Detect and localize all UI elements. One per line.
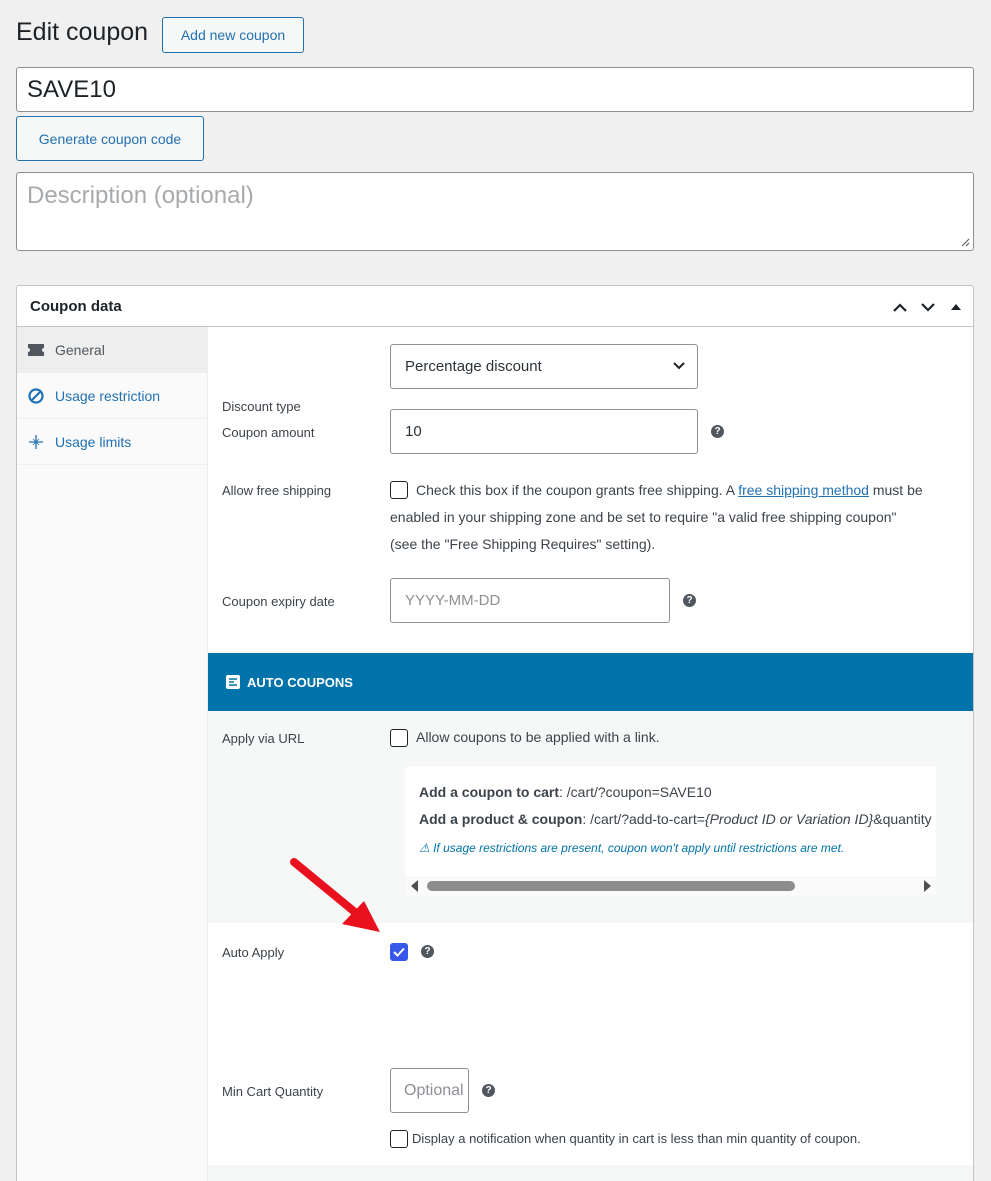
min-cart-quantity-label: Min Cart Quantity [222,1084,324,1099]
general-panel: Discount type Percentage discount Coupon… [208,327,973,1181]
coupon-data-box: Coupon data General Usage restriction Us… [16,285,974,1181]
scroll-right-icon[interactable] [924,880,931,892]
min-cart-notify-checkbox[interactable] [390,1130,408,1148]
tab-usage-restriction[interactable]: Usage restriction [17,373,207,419]
ticket-icon [27,341,45,359]
add-coupon-heading: Add a coupon to cart [419,784,559,800]
discount-type-select[interactable]: Percentage discount [390,344,698,389]
free-shipping-text-end: must be [872,482,923,498]
help-icon[interactable]: ? [683,594,696,607]
help-icon[interactable]: ? [711,425,724,438]
coupon-amount-input[interactable]: 10 [390,409,698,454]
free-shipping-method-link[interactable]: free shipping method [738,482,869,498]
free-shipping-desc-line1: Check this box if the coupon grants free… [416,477,923,504]
expiry-date-input[interactable]: YYYY-MM-DD [390,578,670,623]
description-textarea[interactable]: Description (optional) [16,172,974,251]
auto-coupons-icon [226,675,240,689]
tab-usage-limits-label: Usage limits [55,433,132,450]
auto-coupons-header: AUTO COUPONS [208,653,973,711]
coupon-amount-label: Coupon amount [222,425,315,440]
resize-grip-icon[interactable] [960,237,970,247]
scrollbar-thumb[interactable] [427,881,795,891]
min-cart-quantity-input[interactable]: Optional [390,1068,469,1113]
move-down-icon[interactable] [917,296,939,318]
free-shipping-desc-line2: enabled in your shipping zone and be set… [390,509,897,525]
tab-usage-restriction-label: Usage restriction [55,387,161,404]
apply-via-url-text: Allow coupons to be applied with a link. [416,729,660,745]
discount-type-value: Percentage discount [405,358,542,375]
add-coupon-path: : /cart/?coupon=SAVE10 [559,784,712,800]
url-examples-box: Add a coupon to cart: /cart/?coupon=SAVE… [405,766,936,896]
coupon-code-input[interactable]: SAVE10 [16,67,974,112]
red-arrow-annotation [290,858,380,932]
tab-general[interactable]: General [17,327,207,373]
min-cart-notify-text: Display a notification when quantity in … [412,1131,861,1146]
discount-type-label: Discount type [222,399,301,414]
coupon-data-title: Coupon data [30,297,122,315]
add-product-id-placeholder: {Product ID or Variation ID} [704,811,874,827]
coupon-data-header: Coupon data [17,286,973,327]
help-icon[interactable]: ? [482,1084,495,1097]
chevron-down-icon [673,362,685,370]
sparkle-icon [27,433,45,451]
free-shipping-checkbox[interactable] [390,481,408,499]
checkmark-icon [393,947,405,957]
auto-coupons-heading: AUTO COUPONS [247,674,353,690]
page-title: Edit coupon [16,18,149,46]
tab-usage-limits[interactable]: Usage limits [17,419,207,465]
add-product-path-end: &quantity [873,811,932,827]
move-up-icon[interactable] [889,296,911,318]
collapse-toggle-icon[interactable] [945,296,967,318]
add-coupon-url-line: Add a coupon to cart: /cart/?coupon=SAVE… [419,784,712,800]
free-shipping-text: Check this box if the coupon grants free… [416,482,735,498]
auto-apply-label: Auto Apply [222,945,285,960]
coupon-tabs: General Usage restriction Usage limits [17,327,208,1181]
add-product-heading: Add a product & coupon [419,811,583,827]
restriction-note: ⚠ If usage restrictions are present, cou… [419,841,845,855]
scroll-left-icon[interactable] [411,880,418,892]
help-icon[interactable]: ? [421,945,434,958]
free-shipping-label: Allow free shipping [222,483,332,498]
no-entry-icon [27,387,45,405]
horizontal-scrollbar[interactable] [405,876,936,896]
description-placeholder: Description (optional) [27,182,254,209]
add-product-url-line: Add a product & coupon: /cart/?add-to-ca… [419,811,932,827]
tab-general-label: General [55,341,105,358]
min-cart-notify-row: Display a notification when quantity in … [208,1130,973,1181]
generate-coupon-code-button[interactable]: Generate coupon code [16,116,204,161]
expiry-date-label: Coupon expiry date [222,594,335,609]
auto-apply-checkbox[interactable] [390,943,408,961]
apply-via-url-checkbox[interactable] [390,729,408,747]
free-shipping-desc-line3: (see the "Free Shipping Requires" settin… [390,536,656,552]
add-new-coupon-button[interactable]: Add new coupon [162,17,304,53]
apply-via-url-label: Apply via URL [222,731,305,746]
add-product-path: : /cart/?add-to-cart= [582,811,705,827]
